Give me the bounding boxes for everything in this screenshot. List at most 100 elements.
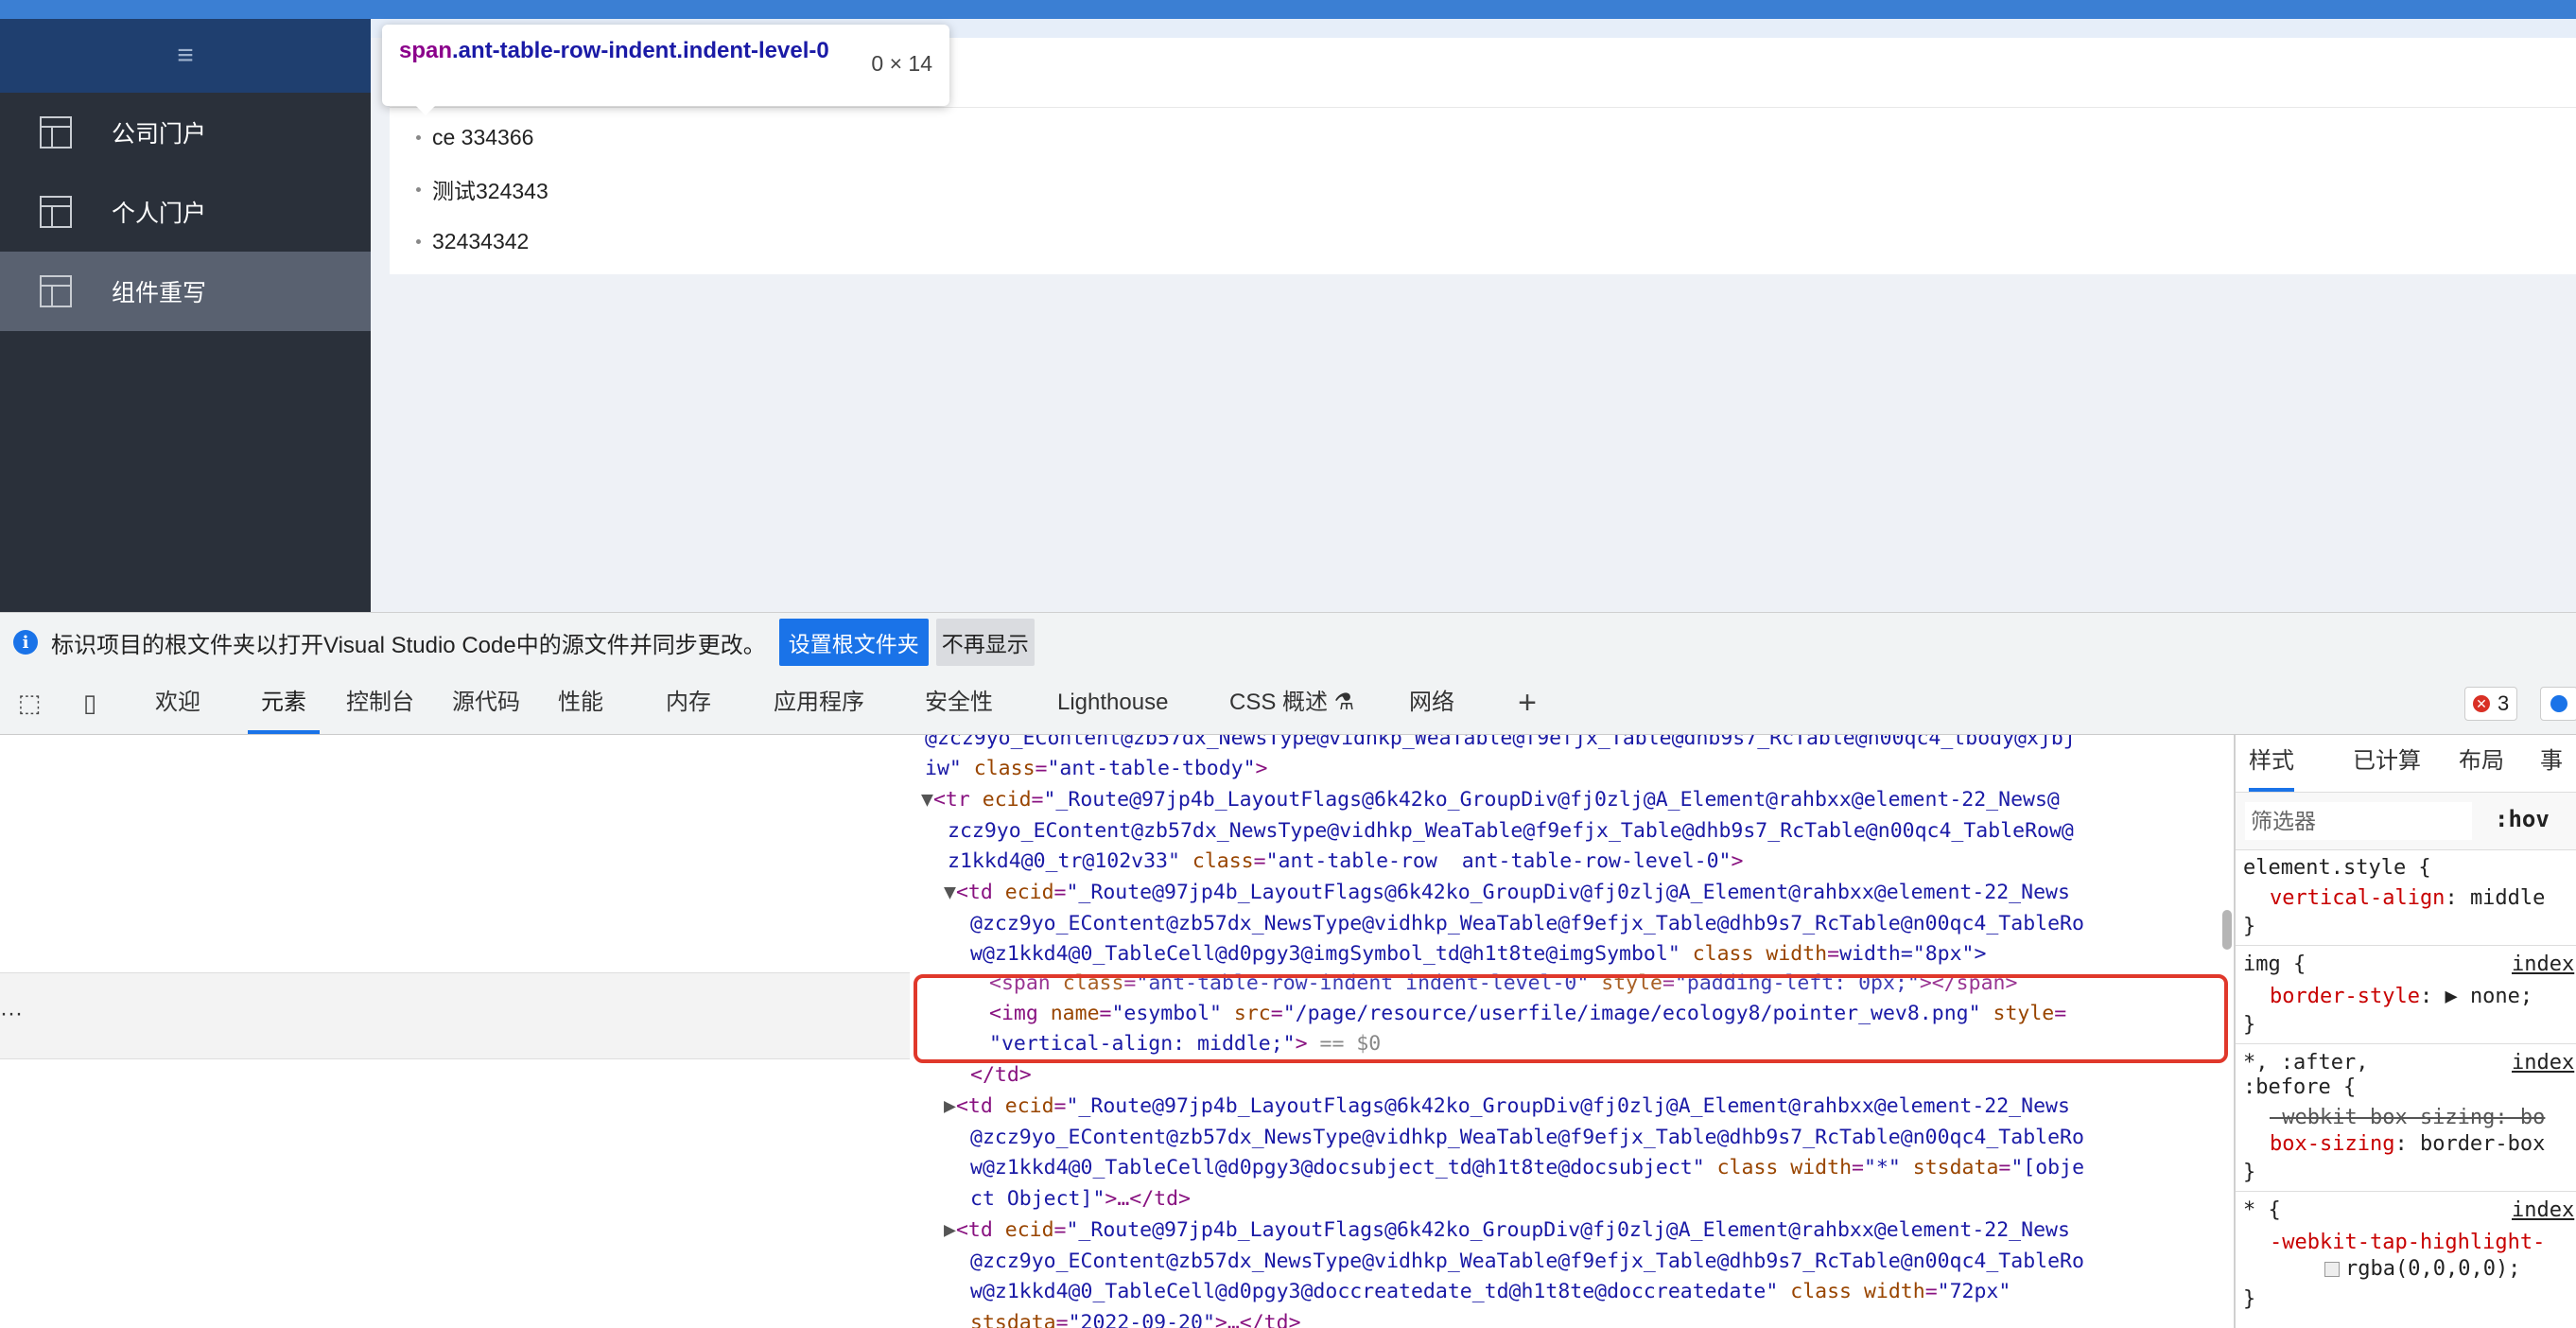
rule-selector[interactable]: *, :after,: [2243, 1051, 2368, 1075]
sidebar-item-label: 组件重写: [112, 280, 207, 306]
tree-line: @zcz9yo_EContent@zb57dx_NewsType@vidhkp_…: [925, 735, 2076, 755]
tab-welcome[interactable]: 欢迎: [155, 672, 200, 734]
tab-application[interactable]: 应用程序: [774, 672, 864, 734]
row-text[interactable]: 测试324343: [432, 173, 548, 205]
row-text[interactable]: ce 334366: [432, 125, 533, 150]
css-declaration[interactable]: vertical-align: middle: [2270, 886, 2545, 910]
source-link-text[interactable]: index: [2512, 1198, 2574, 1222]
tree-node-td[interactable]: ▶<td ecid="_Route@97jp4b_LayoutFlags@6k4…: [944, 1092, 2070, 1123]
expand-triangle-icon[interactable]: ▼: [921, 788, 933, 812]
tab-security[interactable]: 安全性: [925, 672, 993, 734]
collapsed-triangle-icon[interactable]: ▶: [944, 1094, 956, 1118]
inspect-element-icon[interactable]: ⬚: [15, 689, 44, 717]
error-count-badge[interactable]: ✕ 3: [2464, 687, 2518, 721]
tab-styles[interactable]: 样式: [2249, 735, 2294, 792]
source-link[interactable]: index: [2512, 952, 2574, 976]
tree-line: zcz9yo_EContent@zb57dx_NewsType@vidhkp_W…: [948, 816, 2074, 847]
sidebar-item-personal-portal[interactable]: 个人门户: [0, 172, 371, 252]
table-icon: [40, 196, 72, 228]
table-row[interactable]: 测试324343: [416, 170, 548, 208]
tab-computed[interactable]: 已计算: [2353, 735, 2421, 788]
rule-divider: [2236, 1043, 2576, 1044]
menu-collapse-icon[interactable]: ≡: [0, 19, 371, 93]
tree-node-td[interactable]: ▼<td ecid="_Route@97jp4b_LayoutFlags@6k4…: [944, 878, 2070, 909]
source-link[interactable]: index: [2512, 1051, 2574, 1075]
issues-badge[interactable]: [2540, 687, 2576, 721]
table-row[interactable]: ce 334366: [416, 118, 533, 156]
source-link-text[interactable]: index: [2512, 952, 2574, 976]
device-toolbar-icon[interactable]: ▯: [76, 689, 104, 717]
styles-panel: 样式 已计算 布局 事件 筛选器 :hov element.style { ve…: [2236, 735, 2576, 1328]
tree-node-tr[interactable]: ▼<tr ecid="_Route@97jp4b_LayoutFlags@6k4…: [921, 785, 2060, 816]
attr-value: z1kkd4@0_tr@102v33": [948, 849, 1180, 873]
table-row[interactable]: 32434342: [416, 222, 529, 260]
add-tab-icon[interactable]: +: [1513, 687, 1541, 719]
bullet-icon: [416, 238, 421, 244]
source-link[interactable]: index: [2512, 1198, 2574, 1222]
attr-value: w@z1kkd4@0_TableCell@d0pgy3@doccreatedat…: [970, 1280, 1779, 1303]
bullet-icon: [416, 134, 421, 140]
devtools-tabbar: ⬚ ▯ 欢迎 元素 控制台 源代码 性能 内存 应用程序 安全性 Lightho…: [0, 672, 2576, 735]
css-declaration[interactable]: -webkit-tap-highlight-: [2270, 1231, 2545, 1254]
tab-elements[interactable]: 元素: [248, 672, 320, 734]
tree-line: @zcz9yo_EContent@zb57dx_NewsType@vidhkp_…: [970, 1123, 2084, 1154]
elements-scrollbar[interactable]: [2222, 910, 2232, 950]
info-icon: i: [13, 630, 38, 655]
tab-sources[interactable]: 源代码: [452, 672, 520, 734]
attr-value: "2022-09-20": [1068, 1311, 1215, 1328]
hov-toggle[interactable]: :hov: [2495, 800, 2550, 838]
tooltip-tag: span: [399, 38, 453, 63]
attr-value: zcz9yo_EContent@zb57dx_NewsType@vidhkp_W…: [948, 819, 2074, 843]
collapsed-triangle-icon[interactable]: ▶: [944, 1218, 956, 1242]
sidebar-item-company-portal[interactable]: 公司门户: [0, 93, 371, 172]
css-declaration[interactable]: box-sizing: border-box: [2270, 1132, 2545, 1156]
css-declaration[interactable]: border-style: ▶ none;: [2270, 985, 2532, 1008]
tab-memory[interactable]: 内存: [666, 672, 711, 734]
tab-network[interactable]: 网络: [1409, 672, 1454, 734]
attr-value: @zcz9yo_EContent@zb57dx_NewsType@vidhkp_…: [970, 1249, 2084, 1273]
row-text[interactable]: 32434342: [432, 229, 529, 254]
dont-show-again-button[interactable]: 不再显示: [935, 619, 1035, 666]
css-prop: border-style: [2270, 985, 2420, 1008]
source-link-text[interactable]: index: [2512, 1051, 2574, 1075]
tooltip-classes: .ant-table-row-indent.indent-level-0: [452, 38, 829, 63]
tab-css-overview[interactable]: CSS 概述 ⚗: [1229, 672, 1354, 734]
message-icon: [2550, 695, 2567, 712]
attr-value: @zcz9yo_EContent@zb57dx_NewsType@vidhkp_…: [970, 912, 2084, 935]
attr-value: width="8px">: [1839, 942, 1987, 966]
rule-selector[interactable]: :before {: [2243, 1075, 2356, 1099]
css-value: none;: [2469, 985, 2533, 1008]
attr-value: ct Object]": [970, 1187, 1105, 1211]
tab-lighthouse[interactable]: Lighthouse: [1057, 672, 1168, 734]
tree-line: z1kkd4@0_tr@102v33" class="ant-table-row…: [948, 849, 1744, 873]
color-swatch-icon[interactable]: [2324, 1262, 2340, 1277]
sidebar-item-component-rewrite[interactable]: 组件重写: [0, 252, 371, 331]
rule-selector[interactable]: * {: [2243, 1198, 2281, 1222]
rule-selector[interactable]: img {: [2243, 952, 2306, 976]
tab-performance[interactable]: 性能: [558, 672, 603, 734]
tree-line: w@z1kkd4@0_TableCell@d0pgy3@docsubject_t…: [970, 1156, 2085, 1179]
rule-divider: [2236, 945, 2576, 946]
tree-node-td[interactable]: ▶<td ecid="_Route@97jp4b_LayoutFlags@6k4…: [944, 1215, 2070, 1247]
css-value: middle: [2469, 886, 2546, 910]
expand-triangle-icon[interactable]: ▼: [944, 881, 956, 904]
more-options-icon[interactable]: ···: [0, 1001, 23, 1027]
rule-selector[interactable]: element.style {: [2243, 856, 2431, 880]
tab-layout[interactable]: 布局: [2459, 735, 2504, 788]
table-icon: [40, 116, 72, 149]
devtools-infobar: i 标识项目的根文件夹以打开Visual Studio Code中的源文件并同步…: [0, 612, 2576, 672]
set-root-folder-button[interactable]: 设置根文件夹: [778, 619, 929, 666]
attr-value: "[obje: [2010, 1156, 2085, 1179]
tree-line: </td>: [970, 1063, 1032, 1087]
attr-value: iw": [925, 757, 962, 780]
styles-filter-input[interactable]: 筛选器: [2245, 802, 2472, 840]
tree-line: w@z1kkd4@0_TableCell@d0pgy3@doccreatedat…: [970, 1280, 2011, 1303]
css-value-row[interactable]: rgba(0,0,0,0);: [2324, 1257, 2520, 1281]
tab-console[interactable]: 控制台: [346, 672, 414, 734]
rule-divider: [2236, 1191, 2576, 1192]
attr-value: "ant-table-tbody": [1047, 757, 1256, 780]
overridden-declaration[interactable]: -webkit-box-sizing: bo: [2270, 1106, 2545, 1129]
bullet-icon: [416, 186, 421, 192]
styles-filter-row: 筛选器 :hov: [2236, 793, 2576, 850]
attr-value: w@z1kkd4@0_TableCell@d0pgy3@docsubject_t…: [970, 1156, 1705, 1179]
